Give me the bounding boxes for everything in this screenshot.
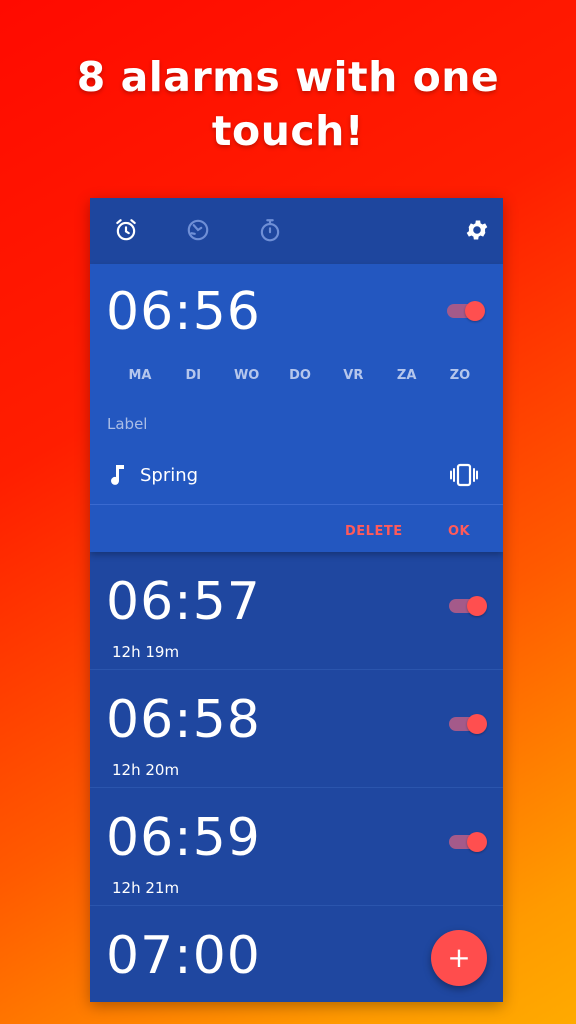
- stopwatch-icon[interactable]: [254, 214, 286, 246]
- alarm-toggle[interactable]: [449, 596, 487, 616]
- alarm-icon[interactable]: [110, 214, 142, 246]
- world-clock-icon[interactable]: [182, 214, 214, 246]
- music-note-icon: [111, 465, 124, 485]
- day-wed[interactable]: WO: [229, 368, 265, 383]
- headline: 8 alarms with one touch!: [0, 50, 576, 158]
- time-remaining: 12h 21m: [112, 879, 180, 897]
- alarm-time[interactable]: 07:00: [106, 926, 261, 986]
- alarm-time[interactable]: 06:56: [106, 282, 261, 342]
- day-sun[interactable]: ZO: [442, 368, 478, 383]
- divider: [90, 504, 503, 505]
- alarm-time[interactable]: 06:57: [106, 572, 261, 632]
- day-sat[interactable]: ZA: [389, 368, 425, 383]
- alarm-toggle[interactable]: [449, 832, 487, 852]
- day-mon[interactable]: MA: [122, 368, 158, 383]
- headline-line-2: touch!: [211, 107, 365, 155]
- app-screen: 06:56 MA DI WO DO VR ZA ZO Label Spring …: [90, 198, 503, 1002]
- alarm-toggle[interactable]: [447, 301, 485, 321]
- headline-line-1: 8 alarms with one: [76, 53, 500, 101]
- alarm-row[interactable]: 06:58 12h 20m: [90, 670, 503, 788]
- alarm-time[interactable]: 06:58: [106, 690, 261, 750]
- alarm-toggle[interactable]: [449, 714, 487, 734]
- add-alarm-button[interactable]: +: [431, 930, 487, 986]
- gear-icon[interactable]: [461, 214, 493, 246]
- vibrate-icon[interactable]: [449, 462, 479, 488]
- day-thu[interactable]: DO: [282, 368, 318, 383]
- alarm-time[interactable]: 06:59: [106, 808, 261, 868]
- ringtone-name[interactable]: Spring: [140, 465, 198, 486]
- day-tue[interactable]: DI: [175, 368, 211, 383]
- delete-button[interactable]: DELETE: [345, 524, 403, 539]
- alarm-row[interactable]: 06:59 12h 21m: [90, 788, 503, 906]
- label-field[interactable]: Label: [107, 415, 147, 433]
- time-remaining: 12h 19m: [112, 643, 180, 661]
- toolbar: [90, 198, 503, 264]
- expanded-alarm-card[interactable]: 06:56 MA DI WO DO VR ZA ZO Label Spring …: [90, 264, 503, 552]
- time-remaining: 12h 20m: [112, 761, 180, 779]
- ok-button[interactable]: OK: [448, 524, 470, 539]
- weekday-selector: MA DI WO DO VR ZA ZO: [106, 368, 490, 383]
- day-fri[interactable]: VR: [335, 368, 371, 383]
- alarm-row[interactable]: 06:57 12h 19m: [90, 552, 503, 670]
